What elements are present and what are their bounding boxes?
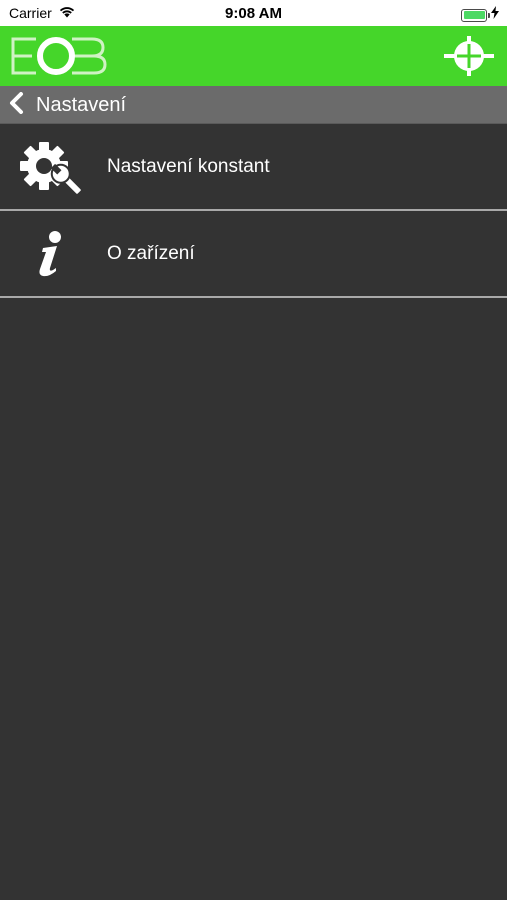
menu-item-label: Nastavení konstant bbox=[107, 155, 270, 177]
battery-icon bbox=[461, 8, 490, 22]
crosshair-icon bbox=[444, 36, 494, 76]
chevron-left-icon bbox=[8, 91, 26, 119]
eob-logo bbox=[10, 34, 108, 83]
gear-wrench-icon bbox=[14, 124, 86, 209]
menu-item-constants[interactable]: Nastavení konstant bbox=[0, 124, 507, 211]
battery-tip bbox=[488, 12, 490, 18]
status-bar: Carrier 9:08 AM bbox=[0, 0, 507, 26]
page-title: Nastavení bbox=[36, 93, 127, 116]
back-button[interactable]: Nastavení bbox=[8, 86, 126, 124]
navigation-bar: Nastavení bbox=[0, 86, 507, 124]
status-right-group bbox=[461, 6, 499, 24]
menu-item-label: O zařízení bbox=[107, 242, 195, 264]
crosshair-button[interactable] bbox=[443, 34, 495, 83]
settings-menu: Nastavení konstant O zařízení bbox=[0, 124, 507, 298]
status-time: 9:08 AM bbox=[225, 5, 282, 22]
battery-fill bbox=[463, 11, 485, 19]
menu-item-device-info[interactable]: O zařízení bbox=[0, 211, 507, 298]
info-icon bbox=[14, 211, 86, 296]
charging-bolt-icon bbox=[491, 6, 499, 24]
app-header bbox=[0, 26, 507, 86]
